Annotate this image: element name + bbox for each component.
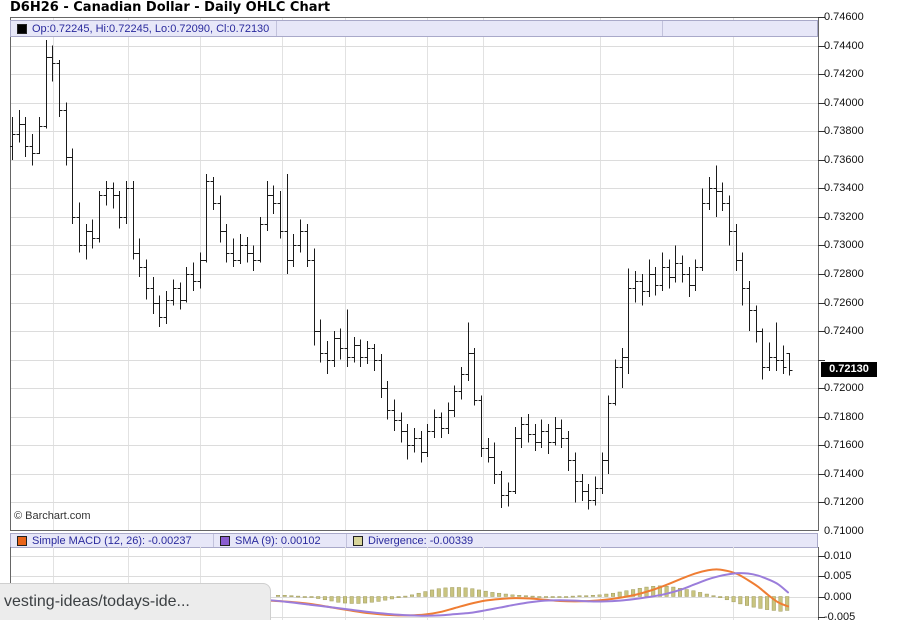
price-axis-label: 0.73600 — [824, 154, 864, 166]
price-axis-label: 0.74400 — [824, 40, 864, 52]
legend-spacer-cell — [277, 21, 663, 36]
price-axis-label: 0.71600 — [824, 439, 864, 451]
price-axis-label: 0.72800 — [824, 268, 864, 280]
indicator-axis-label: -0.005 — [824, 611, 855, 620]
ohlc-legend-bar: Op:0.72245, Hi:0.72245, Lo:0.72090, Cl:0… — [10, 20, 818, 37]
sma-legend-cell: SMA (9): 0.00102 — [214, 534, 347, 547]
price-axis-label: 0.73000 — [824, 239, 864, 251]
price-axis-label: 0.72400 — [824, 325, 864, 337]
price-axis-label: 0.72600 — [824, 297, 864, 309]
ohlc-legend-text: Op:0.72245, Hi:0.72245, Lo:0.72090, Cl:0… — [32, 23, 269, 35]
ohlc-series-swatch-icon — [17, 24, 27, 34]
divergence-legend-cell: Divergence: -0.00339 — [347, 534, 817, 547]
main-price-chart — [10, 17, 826, 531]
price-axis-label: 0.71000 — [824, 525, 864, 537]
status-tooltip-text: vesting-ideas/todays-ide... — [4, 593, 190, 611]
page: D6H26 - Canadian Dollar - Daily OHLC Cha… — [0, 0, 900, 620]
price-axis-label: 0.73400 — [824, 182, 864, 194]
indicator-axis-label: 0.010 — [824, 550, 852, 562]
indicator-axis-label: 0.005 — [824, 570, 852, 582]
price-axis-label: 0.71400 — [824, 468, 864, 480]
main-gridlines — [10, 17, 818, 531]
sma-legend-text: SMA (9): 0.00102 — [235, 535, 321, 547]
macd-legend-cell: Simple MACD (12, 26): -0.00237 — [11, 534, 214, 547]
sma-swatch-icon — [220, 536, 230, 546]
price-axis-label: 0.73800 — [824, 125, 864, 137]
indicator-legend-bar: Simple MACD (12, 26): -0.00237 SMA (9): … — [10, 533, 818, 548]
price-axis-label: 0.74200 — [824, 68, 864, 80]
browser-link-status-tooltip: vesting-ideas/todays-ide... — [0, 583, 271, 620]
indicator-axis-label: 0.000 — [824, 591, 852, 603]
price-axis-label: 0.74000 — [824, 97, 864, 109]
divergence-swatch-icon — [353, 536, 363, 546]
ohlc-legend-cell: Op:0.72245, Hi:0.72245, Lo:0.72090, Cl:0… — [11, 21, 277, 36]
divergence-legend-text: Divergence: -0.00339 — [368, 535, 473, 547]
copyright-watermark: © Barchart.com — [14, 510, 91, 522]
price-axis-label: 0.72000 — [824, 382, 864, 394]
legend-spacer-cell — [663, 21, 817, 36]
macd-legend-text: Simple MACD (12, 26): -0.00237 — [32, 535, 192, 547]
price-axis-label: 0.71200 — [824, 496, 864, 508]
price-axis-label: 0.73200 — [824, 211, 864, 223]
last-price-badge: 0.72130 — [821, 362, 877, 377]
price-axis-label: 0.74600 — [824, 11, 864, 23]
price-axis-label: 0.71800 — [824, 411, 864, 423]
macd-swatch-icon — [17, 536, 27, 546]
chart-title: D6H26 - Canadian Dollar - Daily OHLC Cha… — [10, 0, 330, 15]
